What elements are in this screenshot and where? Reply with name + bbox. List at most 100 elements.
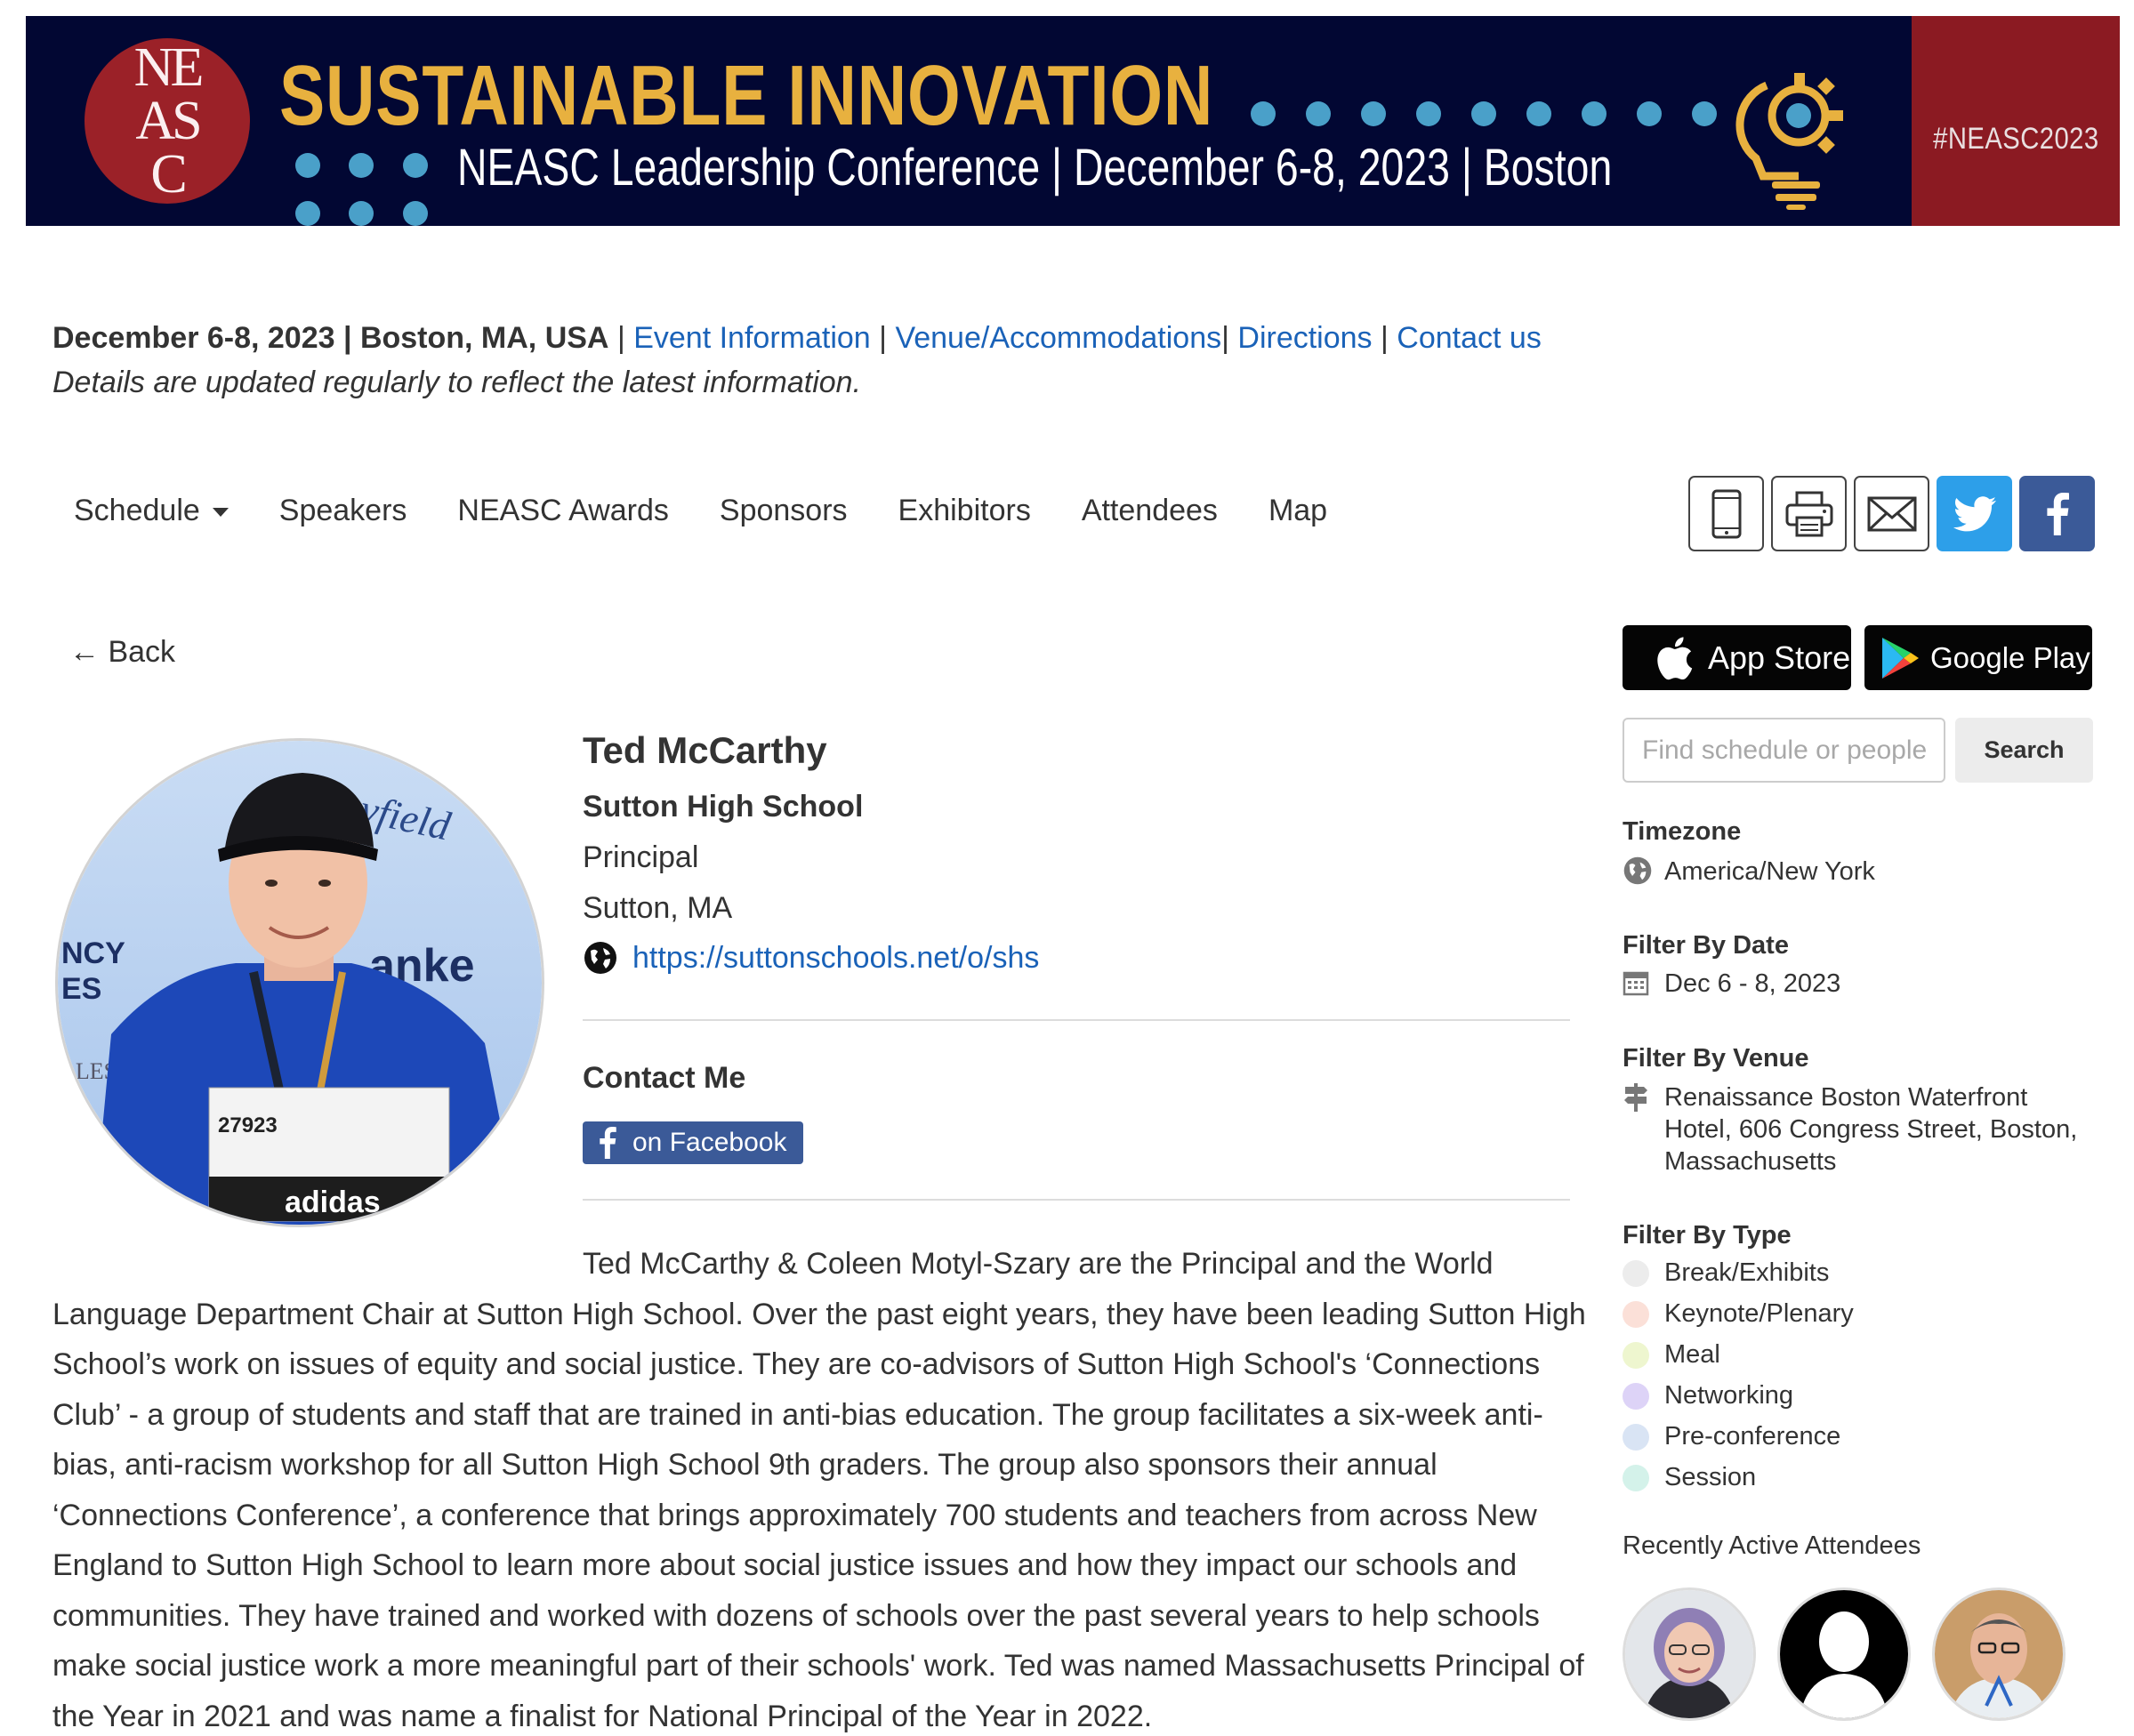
venue-line-1[interactable]: Renaissance Boston Waterfront (1664, 1081, 2027, 1113)
search-input[interactable] (1623, 718, 1945, 783)
nav-sponsors[interactable]: Sponsors (720, 494, 848, 528)
bib-sponsor: adidas (285, 1185, 381, 1219)
logo-line: AS (135, 91, 202, 151)
email-button[interactable] (1854, 476, 1929, 551)
google-play-label: Google Play (1930, 640, 2090, 674)
neasc-logo: NE AS C (85, 38, 250, 204)
email-icon (1867, 496, 1916, 531)
type-label: Meal (1664, 1340, 1720, 1369)
speaker-bio: Ted McCarthy & Coleen Motyl-Szary are th… (52, 1247, 1586, 1733)
decorative-dot (403, 201, 428, 226)
type-filter-networking[interactable]: Networking (1623, 1381, 1793, 1410)
type-filter-break-exhibits[interactable]: Break/Exhibits (1623, 1258, 1829, 1288)
speaker-organization: Sutton High School (583, 790, 864, 824)
signpost-icon (1624, 1083, 1647, 1112)
main-nav: Schedule Speakers NEASC Awards Sponsors … (74, 494, 1378, 528)
decorative-dot (403, 153, 428, 178)
decorative-dot (1416, 101, 1441, 126)
type-color-dot (1623, 1341, 1649, 1369)
divider (583, 1019, 1570, 1021)
twitter-button[interactable] (1937, 476, 2012, 551)
venue-line-2[interactable]: Hotel, 606 Congress Street, Boston, (1664, 1113, 2077, 1145)
backdrop-text: NCY (61, 936, 125, 970)
separator: | (1381, 321, 1397, 355)
banner-subtitle: NEASC Leadership Conference | December 6… (457, 139, 1613, 197)
decorative-dot (1692, 101, 1717, 126)
search-button[interactable]: Search (1955, 718, 2093, 783)
speaker-location: Sutton, MA (583, 891, 733, 925)
type-filter-session[interactable]: Session (1623, 1463, 1756, 1492)
date-filter-value[interactable]: Dec 6 - 8, 2023 (1664, 968, 1840, 1000)
twitter-icon (1953, 495, 1996, 531)
conference-banner: NE AS C SUSTAINABLE INNOVATION NEASC Lea… (26, 16, 2120, 226)
contact-us-link[interactable]: Contact us (1397, 321, 1542, 355)
timezone-heading: Timezone (1623, 817, 1742, 846)
nav-speakers[interactable]: Speakers (279, 494, 407, 528)
nav-map[interactable]: Map (1268, 494, 1327, 528)
type-filter-heading: Filter By Type (1623, 1221, 1792, 1250)
app-store-button[interactable]: App Store (1623, 625, 1851, 690)
separator: | (879, 321, 896, 355)
venue-line-3[interactable]: Massachusetts (1664, 1145, 1836, 1177)
attendee-avatar[interactable] (1623, 1587, 1756, 1721)
bib-number: 27923 (218, 1113, 278, 1137)
google-play-button[interactable]: Google Play (1864, 625, 2092, 690)
decorative-dot (295, 153, 320, 178)
calendar-icon (1623, 971, 1649, 996)
banner-title: SUSTAINABLE INNOVATION (279, 48, 1214, 143)
backdrop-text: ES (61, 972, 101, 1006)
logo-line: NE (133, 37, 205, 98)
venue-accommodations-link[interactable]: Venue/Accommodations (895, 321, 1221, 355)
type-label: Session (1664, 1463, 1757, 1491)
type-filter-meal[interactable]: Meal (1623, 1340, 1720, 1370)
website-link[interactable]: https://suttonschools.net/o/shs (632, 941, 1039, 976)
nav-neasc-awards[interactable]: NEASC Awards (457, 494, 668, 528)
decorative-dot (1251, 101, 1276, 126)
nav-attendees[interactable]: Attendees (1082, 494, 1218, 528)
contact-heading: Contact Me (583, 1061, 746, 1095)
nav-schedule[interactable]: Schedule (74, 494, 229, 528)
venue-filter-heading: Filter By Venue (1623, 1044, 1809, 1073)
type-label: Networking (1664, 1381, 1794, 1410)
type-color-dot (1623, 1423, 1649, 1451)
timezone-value[interactable]: America/New York (1664, 856, 1875, 888)
hashtag: #NEASC2023 (1932, 121, 2099, 156)
event-information-link[interactable]: Event Information (633, 321, 870, 355)
nav-label: Schedule (74, 494, 200, 527)
logo-line: C (150, 144, 187, 205)
type-filter-pre-conference[interactable]: Pre-conference (1623, 1422, 1840, 1451)
divider (583, 1199, 1570, 1201)
type-color-dot (1623, 1259, 1649, 1287)
decorative-dot (1526, 101, 1551, 126)
lightbulb-gear-icon (1735, 73, 1843, 210)
print-button[interactable] (1771, 476, 1847, 551)
facebook-button[interactable] (2019, 476, 2095, 551)
separator: | (616, 321, 634, 355)
event-info-line: December 6-8, 2023 | Boston, MA, USA | E… (52, 318, 1542, 358)
decorative-dot (1471, 101, 1496, 126)
nav-exhibitors[interactable]: Exhibitors (898, 494, 1031, 528)
type-color-dot (1623, 1464, 1649, 1491)
caret-down-icon (212, 507, 229, 517)
google-play-icon (1882, 637, 1919, 679)
speaker-photo: yfield anke NCY ES LLES 27923 adidas (55, 738, 544, 1227)
print-icon (1785, 491, 1832, 536)
type-label: Break/Exhibits (1664, 1258, 1830, 1287)
facebook-contact-button[interactable]: on Facebook (583, 1121, 803, 1164)
mobile-button[interactable] (1688, 476, 1764, 551)
type-color-dot (1623, 1382, 1649, 1410)
facebook-icon (2046, 492, 2069, 535)
back-link[interactable]: ← Back (69, 635, 175, 670)
speaker-website: https://suttonschools.net/o/shs (583, 940, 1039, 976)
date-filter-heading: Filter By Date (1623, 931, 1789, 960)
type-filter-keynote-plenary[interactable]: Keynote/Plenary (1623, 1299, 1854, 1329)
decorative-dot (1637, 101, 1662, 126)
decorative-dot (349, 201, 374, 226)
default-user-icon (1780, 1590, 1908, 1718)
event-date-location: December 6-8, 2023 | Boston, MA, USA (52, 321, 609, 355)
attendee-avatar[interactable] (1932, 1587, 2066, 1721)
directions-link[interactable]: Directions (1237, 321, 1372, 355)
separator: | (1221, 321, 1238, 355)
attendee-avatar[interactable] (1777, 1587, 1911, 1721)
facebook-contact-label: on Facebook (632, 1128, 787, 1157)
